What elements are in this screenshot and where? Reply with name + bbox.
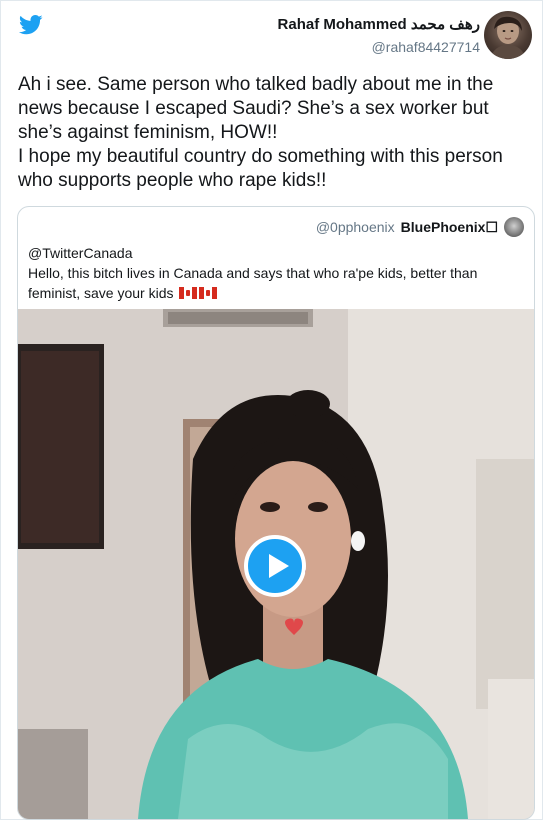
canada-flag-icon: [199, 287, 218, 299]
quoted-author-avatar[interactable]: [504, 217, 524, 237]
quoted-body: Hello, this bitch lives in Canada and sa…: [28, 265, 478, 301]
quoted-author-name[interactable]: BluePhoenix☐: [401, 219, 498, 236]
play-icon[interactable]: [244, 535, 306, 597]
twitter-bird-icon[interactable]: [19, 15, 43, 35]
quoted-mention[interactable]: @TwitterCanada: [28, 243, 524, 263]
quoted-tweet[interactable]: @0pphoenix BluePhoenix☐ @TwitterCanada H…: [17, 206, 535, 820]
tweet-card: Rahaf Mohammed رهف محمد @rahaf84427714 A…: [0, 0, 543, 820]
tweet-author[interactable]: Rahaf Mohammed رهف محمد @rahaf84427714: [278, 15, 480, 57]
tweet-text: Ah i see. Same person who talked badly a…: [18, 74, 503, 191]
quoted-tweet-header[interactable]: @0pphoenix BluePhoenix☐: [316, 217, 524, 237]
quoted-author-handle[interactable]: @0pphoenix: [316, 219, 395, 235]
quoted-tweet-text: @TwitterCanada Hello, this bitch lives i…: [28, 243, 524, 303]
author-display-name[interactable]: Rahaf Mohammed رهف محمد: [278, 15, 480, 35]
author-avatar[interactable]: [484, 11, 532, 59]
canada-flag-icon: [179, 287, 198, 299]
author-handle[interactable]: @rahaf84427714: [278, 37, 480, 57]
video-thumbnail[interactable]: [18, 309, 534, 819]
